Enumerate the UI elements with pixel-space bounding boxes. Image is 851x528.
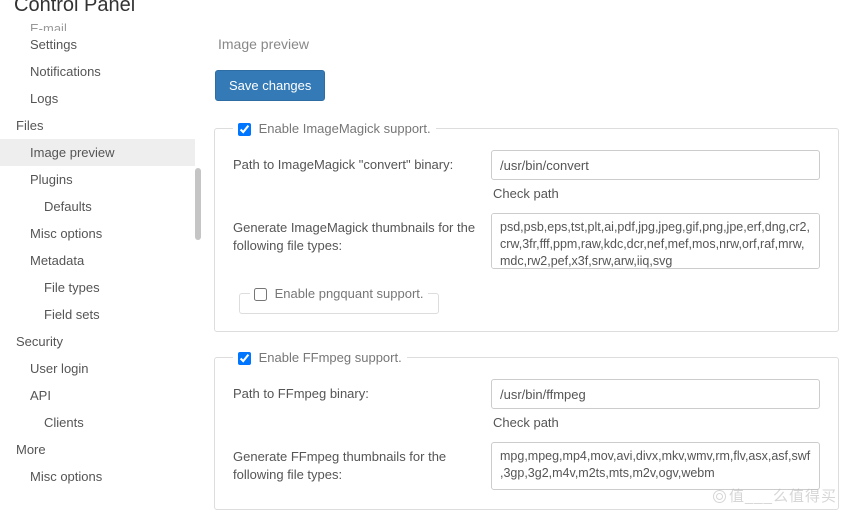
nav-item-security[interactable]: Security xyxy=(0,328,195,355)
main-panel: Image preview Save changes Enable ImageM… xyxy=(214,0,839,528)
pngquant-legend-text: Enable pngquant support. xyxy=(275,286,424,301)
nav-item-metadata[interactable]: Metadata xyxy=(0,247,195,274)
ffmpeg-path-input[interactable] xyxy=(491,379,820,409)
pngquant-enable-checkbox[interactable] xyxy=(254,288,267,301)
nav-item-defaults[interactable]: Defaults xyxy=(0,193,195,220)
nav-item-user-login[interactable]: User login xyxy=(0,355,195,382)
nav-item-field-sets[interactable]: Field sets xyxy=(0,301,195,328)
pngquant-toggle-label[interactable]: Enable pngquant support. xyxy=(254,286,424,301)
imagemagick-group: Enable ImageMagick support. Path to Imag… xyxy=(214,121,839,332)
sidebar: Control Panel E-mailSettingsNotification… xyxy=(0,0,195,510)
nav-item-settings[interactable]: Settings xyxy=(0,31,195,58)
sidebar-scrollbar[interactable] xyxy=(195,168,201,240)
nav-item-logs[interactable]: Logs xyxy=(0,85,195,112)
ffmpeg-legend-text: Enable FFmpeg support. xyxy=(259,350,402,365)
nav-item-file-types[interactable]: File types xyxy=(0,274,195,301)
nav-list: E-mailSettingsNotificationsLogsFilesImag… xyxy=(0,21,195,490)
imagemagick-path-label: Path to ImageMagick "convert" binary: xyxy=(233,150,483,174)
nav-item-plugins[interactable]: Plugins xyxy=(0,166,195,193)
save-button[interactable]: Save changes xyxy=(215,70,325,101)
nav-item-image-preview[interactable]: Image preview xyxy=(0,139,195,166)
nav-item-misc-options[interactable]: Misc options xyxy=(0,220,195,247)
ffmpeg-group: Enable FFmpeg support. Path to FFmpeg bi… xyxy=(214,350,839,510)
nav-item-clients[interactable]: Clients xyxy=(0,409,195,436)
ffmpeg-enable-checkbox[interactable] xyxy=(238,352,251,365)
imagemagick-path-input[interactable] xyxy=(491,150,820,180)
ffmpeg-path-label: Path to FFmpeg binary: xyxy=(233,379,483,403)
imagemagick-types-label: Generate ImageMagick thumbnails for the … xyxy=(233,213,483,254)
imagemagick-enable-checkbox[interactable] xyxy=(238,123,251,136)
nav-item-misc-options[interactable]: Misc options xyxy=(0,463,195,490)
ffmpeg-types-label: Generate FFmpeg thumbnails for the follo… xyxy=(233,442,483,483)
ffmpeg-check-path-link[interactable]: Check path xyxy=(491,409,559,434)
ffmpeg-toggle-label[interactable]: Enable FFmpeg support. xyxy=(238,350,402,365)
nav-item-notifications[interactable]: Notifications xyxy=(0,58,195,85)
nav-item-more[interactable]: More xyxy=(0,436,195,463)
imagemagick-types-input[interactable] xyxy=(491,213,820,269)
imagemagick-check-path-link[interactable]: Check path xyxy=(491,180,559,205)
imagemagick-legend-text: Enable ImageMagick support. xyxy=(259,121,431,136)
nav-item-files[interactable]: Files xyxy=(0,112,195,139)
nav-item-api[interactable]: API xyxy=(0,382,195,409)
imagemagick-toggle-label[interactable]: Enable ImageMagick support. xyxy=(238,121,431,136)
ffmpeg-types-input[interactable] xyxy=(491,442,820,490)
nav-item-e-mail[interactable]: E-mail xyxy=(0,21,195,31)
pngquant-group: Enable pngquant support. xyxy=(239,286,439,314)
breadcrumb: Image preview xyxy=(214,10,839,70)
